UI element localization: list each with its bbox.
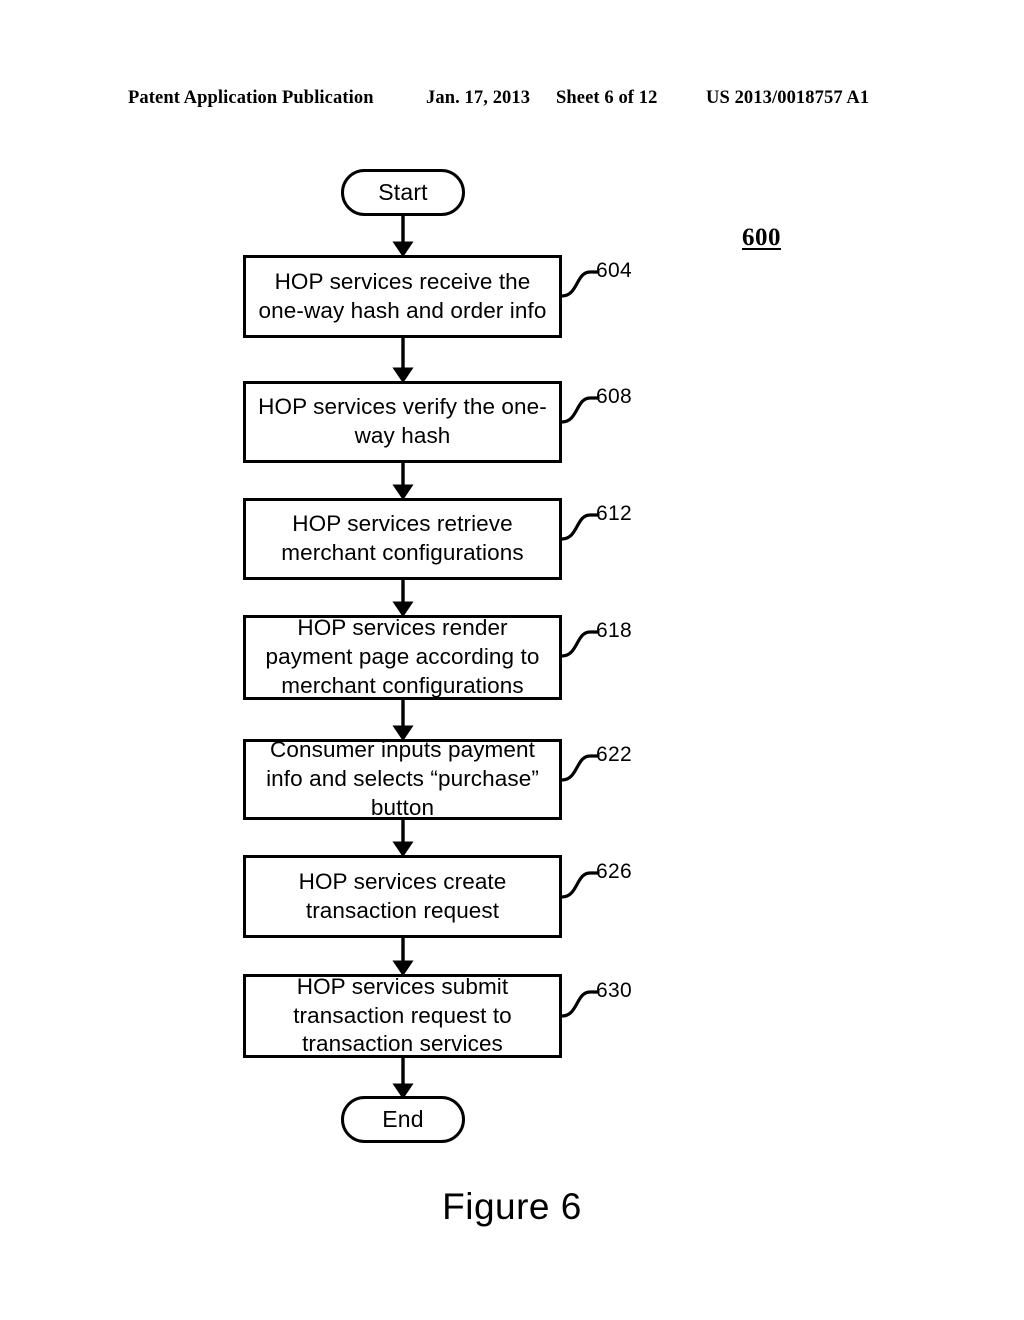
flow-step-612-text: HOP services retrieve merchant configura… [281,511,524,565]
flow-node-end: End [341,1096,465,1143]
reference-numeral-630: 630 [596,979,632,1002]
flow-step-626-text: HOP services create transaction request [298,868,507,923]
reference-numeral-626: 626 [596,860,632,883]
flow-step-618-text: HOP services render payment page accordi… [265,615,540,698]
figure-caption: Figure 6 [442,1186,582,1227]
flow-step-618: HOP services render payment page accordi… [243,615,562,700]
reference-numeral-608: 608 [596,385,632,408]
flow-node-start: Start [341,169,465,216]
flow-step-608-text: HOP services verify the one-way hash [258,394,547,448]
flow-step-630-text: HOP services submit transaction request … [293,973,512,1057]
flow-step-630: HOP services submit transaction request … [243,974,562,1058]
flow-node-end-label: End [382,1106,424,1132]
reference-numeral-604: 604 [596,259,632,282]
flow-step-626: HOP services create transaction request [243,855,562,938]
flow-step-608: HOP services verify the one-way hash [243,381,562,463]
reference-numeral-618: 618 [596,619,632,642]
flow-step-622-text: Consumer inputs payment info and selects… [266,737,539,820]
flow-step-604: HOP services receive the one-way hash an… [243,255,562,338]
flow-step-612: HOP services retrieve merchant configura… [243,498,562,580]
flow-node-start-label: Start [378,179,428,205]
flow-step-604-text: HOP services receive the one-way hash an… [258,268,547,323]
flow-step-622: Consumer inputs payment info and selects… [243,737,562,820]
reference-numeral-612: 612 [596,502,632,525]
reference-numeral-622: 622 [596,743,632,766]
